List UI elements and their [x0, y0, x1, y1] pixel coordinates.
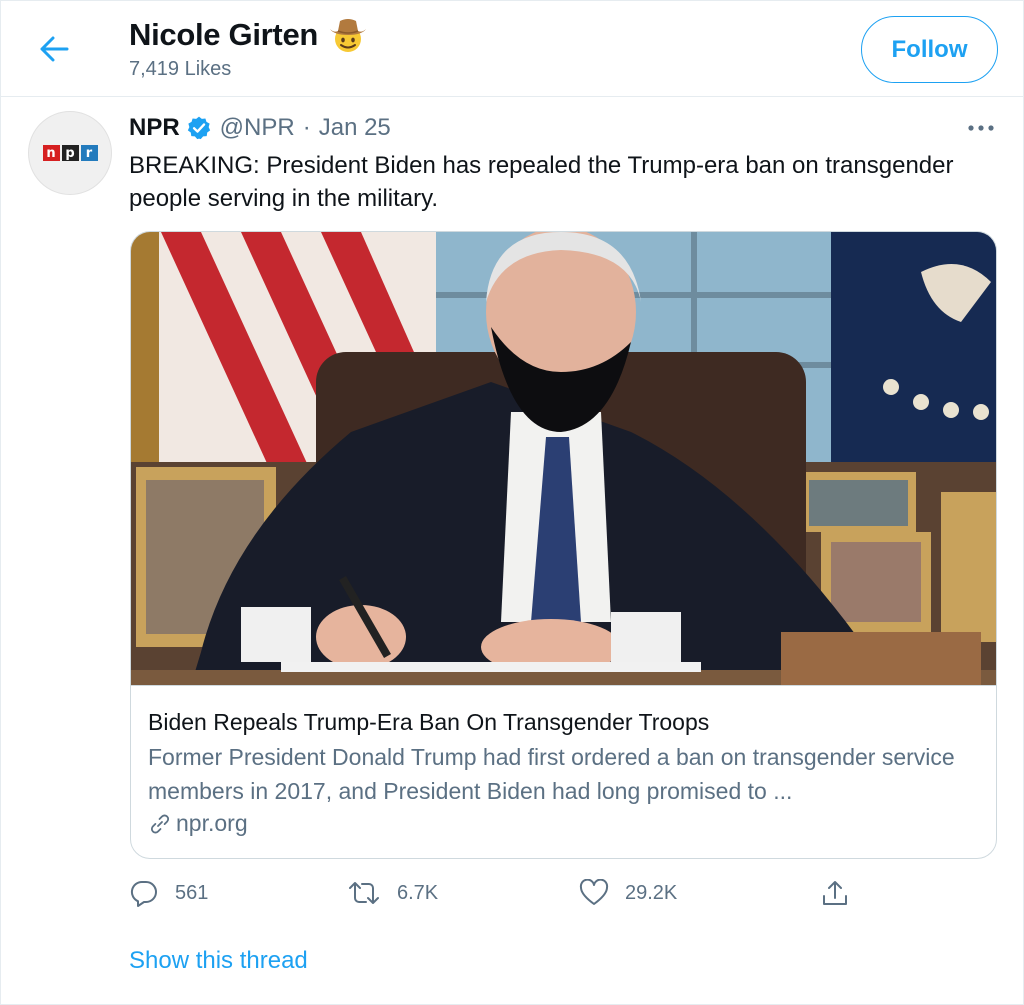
more-options-button[interactable] — [961, 115, 1001, 141]
tweet-date[interactable]: Jan 25 — [319, 114, 391, 142]
heart-icon — [579, 879, 609, 905]
card-description: Former President Donald Trump had first … — [148, 744, 955, 804]
link-card[interactable]: Biden Repeals Trump-Era Ban On Transgend… — [130, 231, 997, 859]
profile-header: Nicole Girten 7,419 Likes Follow — [1, 1, 1024, 97]
follow-button[interactable]: Follow — [861, 16, 998, 83]
like-button[interactable]: 29.2K — [579, 873, 677, 913]
author-avatar[interactable]: n p r — [28, 111, 112, 195]
card-image — [131, 232, 996, 685]
retweet-icon — [349, 882, 379, 904]
show-thread-link[interactable]: Show this thread — [129, 947, 308, 975]
cowboy-face-emoji-icon — [330, 19, 367, 52]
more-horizontal-icon — [968, 125, 994, 131]
card-domain: npr.org — [148, 810, 981, 837]
card-title: Biden Repeals Trump-Era Ban On Transgend… — [148, 709, 710, 735]
retweet-count: 6.7K — [397, 881, 439, 904]
card-domain-text: npr.org — [176, 810, 248, 836]
retweet-button[interactable]: 6.7K — [347, 873, 438, 913]
npr-logo-n: n — [42, 145, 60, 161]
verified-badge-icon — [187, 116, 210, 140]
like-count: 29.2K — [625, 881, 678, 904]
tweet-actions: 561 6.7K 29.2K — [129, 873, 869, 913]
author-handle[interactable]: @NPR — [220, 114, 295, 142]
arrow-left-icon — [40, 36, 69, 62]
tweet-page: Nicole Girten 7,419 Likes Follow n p r N… — [0, 0, 1024, 1005]
tweet-meta: NPR @NPR · Jan 25 — [129, 111, 391, 145]
share-button[interactable] — [821, 873, 849, 913]
share-icon — [823, 881, 847, 905]
profile-name[interactable]: Nicole Girten — [129, 15, 368, 55]
author-name[interactable]: NPR — [129, 114, 180, 142]
profile-name-text: Nicole Girten — [129, 17, 319, 52]
back-button[interactable] — [31, 29, 77, 69]
npr-logo-r: r — [80, 145, 98, 161]
link-icon — [150, 814, 170, 833]
reply-icon — [130, 880, 157, 907]
likes-count: 7,419 Likes — [129, 58, 232, 80]
reply-count: 561 — [175, 881, 209, 904]
npr-logo-p: p — [61, 145, 79, 161]
reply-button[interactable]: 561 — [129, 873, 208, 913]
npr-logo: n p r — [42, 145, 98, 161]
tweet-text: BREAKING: President Biden has repealed t… — [129, 152, 954, 212]
meta-separator: · — [302, 114, 311, 141]
card-body: Biden Repeals Trump-Era Ban On Transgend… — [131, 685, 996, 858]
